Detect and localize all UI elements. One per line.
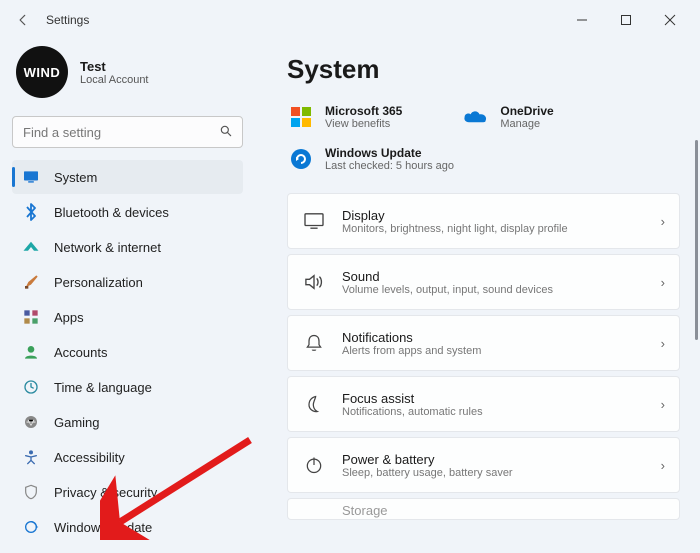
microsoft-logo-icon: [287, 103, 315, 131]
arrow-left-icon: [16, 13, 30, 27]
card-sub: Manage: [500, 118, 553, 130]
bell-icon: [302, 331, 326, 355]
sidebar-item-accounts[interactable]: Accounts: [12, 335, 243, 369]
accessibility-icon: [22, 448, 40, 466]
sound-icon: [302, 270, 326, 294]
card-sub: Last checked: 5 hours ago: [325, 160, 454, 172]
page-title: System: [287, 54, 680, 85]
setting-title: Notifications: [342, 330, 481, 345]
moon-icon: [302, 392, 326, 416]
avatar: WIND: [16, 46, 68, 98]
chevron-right-icon: ›: [661, 458, 665, 473]
sidebar-item-label: Bluetooth & devices: [54, 205, 169, 220]
bluetooth-icon: [22, 203, 40, 221]
apps-icon: [22, 308, 40, 326]
globe-clock-icon: [22, 378, 40, 396]
setting-power[interactable]: Power & batterySleep, battery usage, bat…: [287, 437, 680, 493]
chevron-right-icon: ›: [661, 214, 665, 229]
card-onedrive[interactable]: OneDrive Manage: [462, 103, 553, 131]
sidebar-item-time[interactable]: Time & language: [12, 370, 243, 404]
sidebar-item-label: Network & internet: [54, 240, 161, 255]
chevron-right-icon: ›: [661, 397, 665, 412]
setting-title: Display: [342, 208, 568, 223]
card-sub: View benefits: [325, 118, 402, 130]
setting-sub: Volume levels, output, input, sound devi…: [342, 284, 553, 296]
sidebar-item-label: Privacy & security: [54, 485, 157, 500]
setting-display[interactable]: DisplayMonitors, brightness, night light…: [287, 193, 680, 249]
sidebar-item-label: Apps: [54, 310, 84, 325]
sidebar-item-bluetooth[interactable]: Bluetooth & devices: [12, 195, 243, 229]
sidebar-item-label: Time & language: [54, 380, 152, 395]
sidebar-item-accessibility[interactable]: Accessibility: [12, 440, 243, 474]
setting-title: Storage: [342, 503, 388, 518]
back-button[interactable]: [8, 5, 38, 35]
display-icon: [302, 209, 326, 233]
sidebar-item-label: Gaming: [54, 415, 100, 430]
setting-storage[interactable]: Storage: [287, 498, 680, 520]
sidebar-item-label: System: [54, 170, 97, 185]
maximize-button[interactable]: [604, 5, 648, 35]
maximize-icon: [620, 14, 632, 26]
update-icon: [287, 145, 315, 173]
setting-title: Sound: [342, 269, 553, 284]
sidebar: WIND Test Local Account System Bluetooth…: [0, 40, 255, 553]
minimize-button[interactable]: [560, 5, 604, 35]
profile-account: Local Account: [80, 74, 149, 86]
card-title: Microsoft 365: [325, 104, 402, 118]
sidebar-item-network[interactable]: Network & internet: [12, 230, 243, 264]
profile-block[interactable]: WIND Test Local Account: [12, 42, 243, 116]
gaming-icon: [22, 413, 40, 431]
system-icon: [22, 168, 40, 186]
setting-focus[interactable]: Focus assistNotifications, automatic rul…: [287, 376, 680, 432]
sidebar-item-windows-update[interactable]: Windows Update: [12, 510, 243, 544]
settings-list: DisplayMonitors, brightness, night light…: [287, 193, 680, 520]
card-title: OneDrive: [500, 104, 553, 118]
setting-title: Power & battery: [342, 452, 513, 467]
sidebar-item-personalization[interactable]: Personalization: [12, 265, 243, 299]
card-microsoft365[interactable]: Microsoft 365 View benefits: [287, 103, 402, 131]
sidebar-item-privacy[interactable]: Privacy & security: [12, 475, 243, 509]
title-bar: Settings: [0, 0, 700, 40]
sidebar-item-label: Accessibility: [54, 450, 125, 465]
nav-list: System Bluetooth & devices Network & int…: [12, 160, 243, 544]
search-input[interactable]: [12, 116, 243, 148]
close-icon: [664, 14, 676, 26]
chevron-right-icon: ›: [661, 275, 665, 290]
main-panel: System Microsoft 365 View benefits OneDr…: [255, 40, 700, 553]
card-title: Windows Update: [325, 146, 454, 160]
minimize-icon: [576, 14, 588, 26]
sidebar-item-label: Personalization: [54, 275, 143, 290]
sidebar-item-label: Windows Update: [54, 520, 152, 535]
power-icon: [302, 453, 326, 477]
setting-sub: Notifications, automatic rules: [342, 406, 483, 418]
card-windows-update[interactable]: Windows Update Last checked: 5 hours ago: [287, 145, 680, 173]
setting-title: Focus assist: [342, 391, 483, 406]
sidebar-item-system[interactable]: System: [12, 160, 243, 194]
profile-name: Test: [80, 59, 149, 74]
update-icon: [22, 518, 40, 536]
scrollbar[interactable]: [695, 140, 698, 340]
paintbrush-icon: [22, 273, 40, 291]
sidebar-item-gaming[interactable]: Gaming: [12, 405, 243, 439]
storage-icon: [302, 503, 326, 520]
person-icon: [22, 343, 40, 361]
sidebar-item-label: Accounts: [54, 345, 107, 360]
shield-icon: [22, 483, 40, 501]
wifi-icon: [22, 238, 40, 256]
setting-sub: Alerts from apps and system: [342, 345, 481, 357]
setting-sound[interactable]: SoundVolume levels, output, input, sound…: [287, 254, 680, 310]
onedrive-icon: [462, 103, 490, 131]
setting-notifications[interactable]: NotificationsAlerts from apps and system…: [287, 315, 680, 371]
chevron-right-icon: ›: [661, 336, 665, 351]
setting-sub: Monitors, brightness, night light, displ…: [342, 223, 568, 235]
close-button[interactable]: [648, 5, 692, 35]
window-title: Settings: [46, 13, 89, 27]
sidebar-item-apps[interactable]: Apps: [12, 300, 243, 334]
setting-sub: Sleep, battery usage, battery saver: [342, 467, 513, 479]
